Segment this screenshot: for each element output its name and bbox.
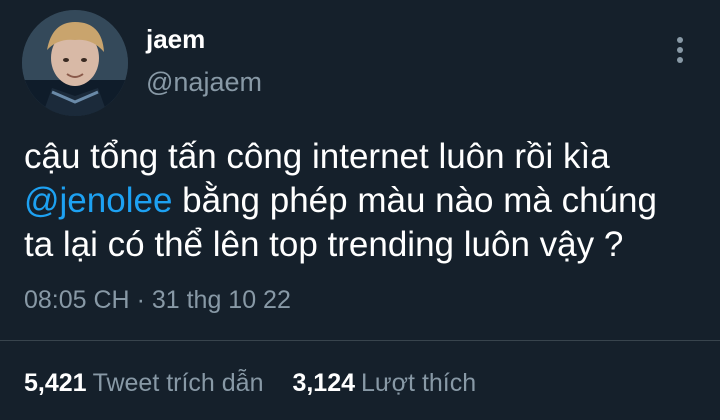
- tweet-text-line-2: @jenolee bằng phép màu nào mà chúng: [24, 179, 704, 223]
- tweet-text-line-1: cậu tổng tấn công internet luôn rồi kìa: [24, 137, 610, 176]
- likes-count: 3,124: [292, 369, 356, 397]
- more-vertical-icon[interactable]: [670, 30, 690, 70]
- tweet-timestamp[interactable]: 08:05 CH · 31 thg 10 22: [24, 284, 291, 316]
- quote-tweets-count: 5,421: [24, 369, 87, 397]
- tweet-date: 31 thg 10 22: [151, 286, 291, 314]
- tweet-text-line-2-rest: bằng phép màu nào mà chúng: [172, 181, 657, 220]
- likes-stat[interactable]: 3,124 Lượt thích: [292, 366, 476, 400]
- mention-link[interactable]: @jenolee: [24, 181, 172, 220]
- tweet-time: 08:05 CH: [24, 286, 130, 314]
- quote-tweets-label: Tweet trích dẫn: [92, 369, 264, 397]
- meta-separator: ·: [129, 286, 152, 314]
- tweet-detail: jaem @najaem cậu tổng tấn công internet …: [0, 0, 720, 420]
- author-handle[interactable]: @najaem: [146, 66, 262, 98]
- tweet-text: cậu tổng tấn công internet luôn rồi kìa …: [24, 135, 704, 267]
- divider: [0, 340, 720, 341]
- avatar[interactable]: [22, 10, 128, 116]
- avatar-photo-icon: [22, 10, 128, 116]
- tweet-text-line-3: ta lại có thể lên top trending luôn vậy …: [24, 225, 624, 264]
- engagement-stats: 5,421 Tweet trích dẫn 3,124 Lượt thích: [24, 366, 498, 400]
- tweet-header: jaem @najaem: [22, 10, 702, 116]
- likes-label: Lượt thích: [361, 369, 477, 397]
- author-display-name[interactable]: jaem: [146, 24, 205, 54]
- quote-tweets-stat[interactable]: 5,421 Tweet trích dẫn: [24, 366, 264, 400]
